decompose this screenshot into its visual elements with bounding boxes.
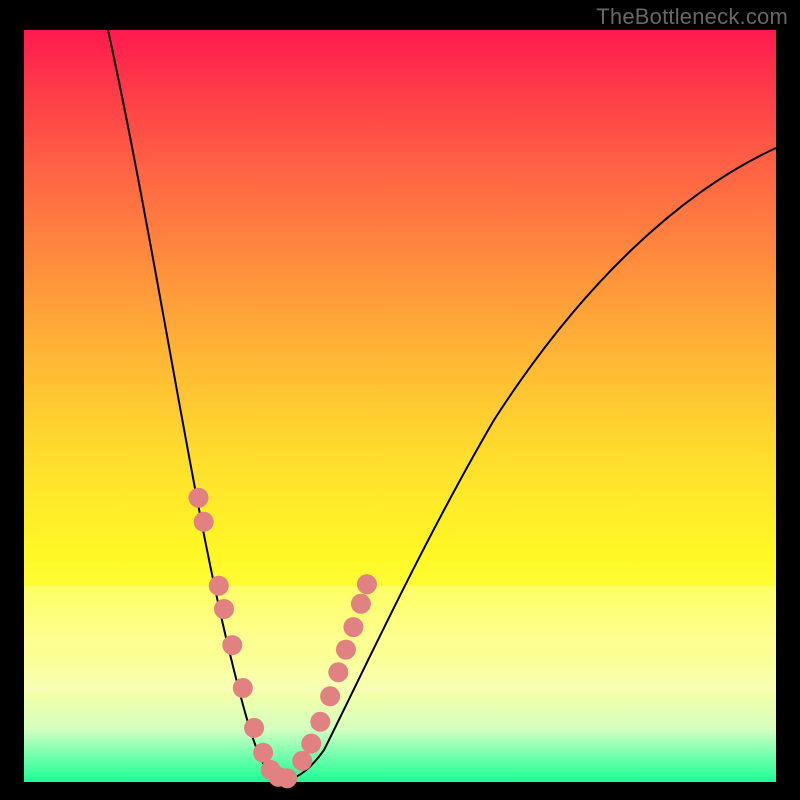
curve-dot xyxy=(277,768,297,788)
curve-dot xyxy=(233,678,253,698)
curve-dot xyxy=(301,734,321,754)
curve-dot xyxy=(244,718,264,738)
bottleneck-curve xyxy=(108,30,776,780)
curve-dot xyxy=(189,488,209,508)
curve-dots-group xyxy=(189,488,377,789)
curve-svg xyxy=(24,30,776,782)
curve-dot xyxy=(310,712,330,732)
curve-dot xyxy=(253,743,273,763)
curve-dot xyxy=(351,594,371,614)
curve-dot xyxy=(328,662,348,682)
plot-area xyxy=(24,30,776,782)
curve-dot xyxy=(194,512,214,532)
curve-dot xyxy=(320,686,340,706)
curve-dot xyxy=(343,617,363,637)
curve-dot xyxy=(222,635,242,655)
curve-dot xyxy=(214,599,234,619)
curve-dot xyxy=(336,640,356,660)
chart-frame: TheBottleneck.com xyxy=(0,0,800,800)
curve-dot xyxy=(292,751,312,771)
watermark-text: TheBottleneck.com xyxy=(596,4,788,30)
curve-dot xyxy=(209,576,229,596)
curve-dot xyxy=(357,574,377,594)
